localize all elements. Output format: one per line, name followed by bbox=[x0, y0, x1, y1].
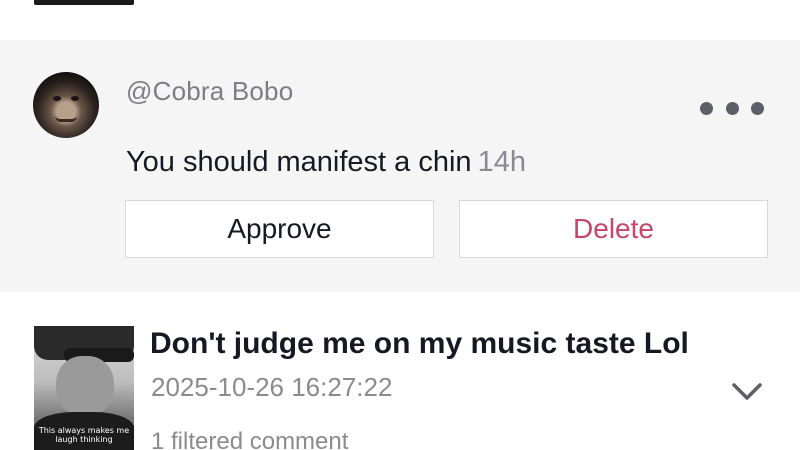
thumbnail-caption: This always makes me laugh thinking bbox=[38, 426, 130, 444]
dot bbox=[725, 101, 739, 115]
chevron-down-icon[interactable] bbox=[731, 380, 763, 404]
comment-timestamp: 14h bbox=[477, 146, 526, 178]
avatar-mouth bbox=[55, 116, 77, 122]
comment-text: You should manifest a chin bbox=[126, 146, 472, 178]
more-options-icon[interactable] bbox=[700, 98, 764, 118]
filtered-comment-count[interactable]: 1 filtered comment bbox=[151, 428, 348, 450]
comment-moderation-page: @Cobra Bobo You should manifest a chin 14… bbox=[0, 0, 800, 450]
thumbnail-face bbox=[56, 356, 114, 416]
video-title[interactable]: Don't judge me on my music taste Lol bbox=[150, 327, 689, 361]
dot bbox=[700, 101, 713, 115]
video-thumbnail[interactable]: This always makes me laugh thinking bbox=[34, 326, 134, 450]
video-date: 2025-10-26 16:27:22 bbox=[151, 372, 393, 402]
dot bbox=[751, 101, 764, 115]
comment-body: You should manifest a chin 14h bbox=[126, 146, 526, 179]
commenter-username[interactable]: @Cobra Bobo bbox=[126, 76, 293, 107]
approve-button[interactable]: Approve bbox=[125, 200, 434, 258]
previous-video-thumbnail[interactable] bbox=[34, 0, 134, 5]
filtered-comment-card: @Cobra Bobo You should manifest a chin 14… bbox=[0, 40, 800, 292]
commenter-avatar[interactable] bbox=[33, 72, 99, 138]
avatar-eye bbox=[53, 96, 61, 101]
delete-button[interactable]: Delete bbox=[459, 200, 768, 258]
avatar-eye bbox=[71, 96, 79, 101]
